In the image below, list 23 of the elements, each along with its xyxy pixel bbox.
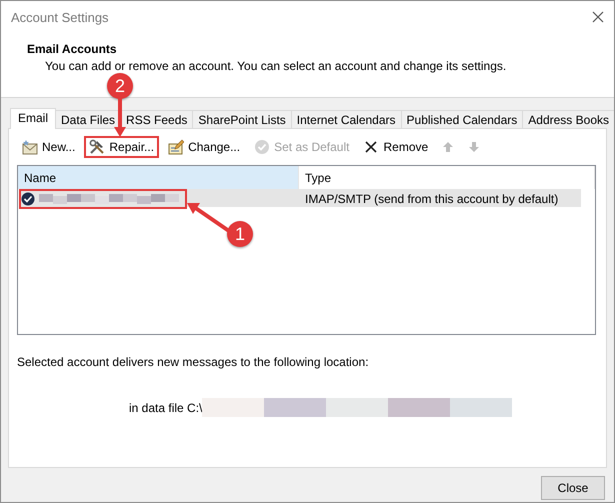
close-icon[interactable] (590, 9, 606, 25)
close-icon (363, 139, 380, 155)
card-edit-icon (168, 139, 184, 155)
arrow (114, 97, 126, 137)
arrow (187, 203, 231, 233)
close-button[interactable]: Close (541, 476, 605, 500)
tools-icon (89, 139, 106, 155)
check-circle-icon (254, 139, 270, 155)
tab[interactable]: Email (10, 108, 56, 129)
toolbar-button[interactable]: Remove (358, 136, 434, 158)
toolbar-button[interactable]: Repair... (84, 136, 160, 158)
account-row[interactable]: IMAP/SMTP (send from this account by default) (19, 189, 581, 207)
section-title: Email Accounts (27, 42, 118, 56)
section-description: You can add or remove an account. You can select an account and change its settings. (44, 59, 508, 73)
default-check-icon (21, 192, 35, 206)
toolbar-button[interactable]: New... (17, 136, 80, 158)
location-description: Selected account delivers new messages to the following location: (17, 355, 369, 369)
envelope-icon (22, 139, 38, 155)
column-header[interactable]: Name (18, 166, 299, 189)
window-title: Account Settings (11, 10, 109, 24)
account-type-cell-text: IMAP/SMTP (send from this account by default) (304, 192, 560, 206)
toolbar-button[interactable]: Change... (163, 136, 246, 158)
data-file-path: in data file C:\ (129, 400, 202, 414)
